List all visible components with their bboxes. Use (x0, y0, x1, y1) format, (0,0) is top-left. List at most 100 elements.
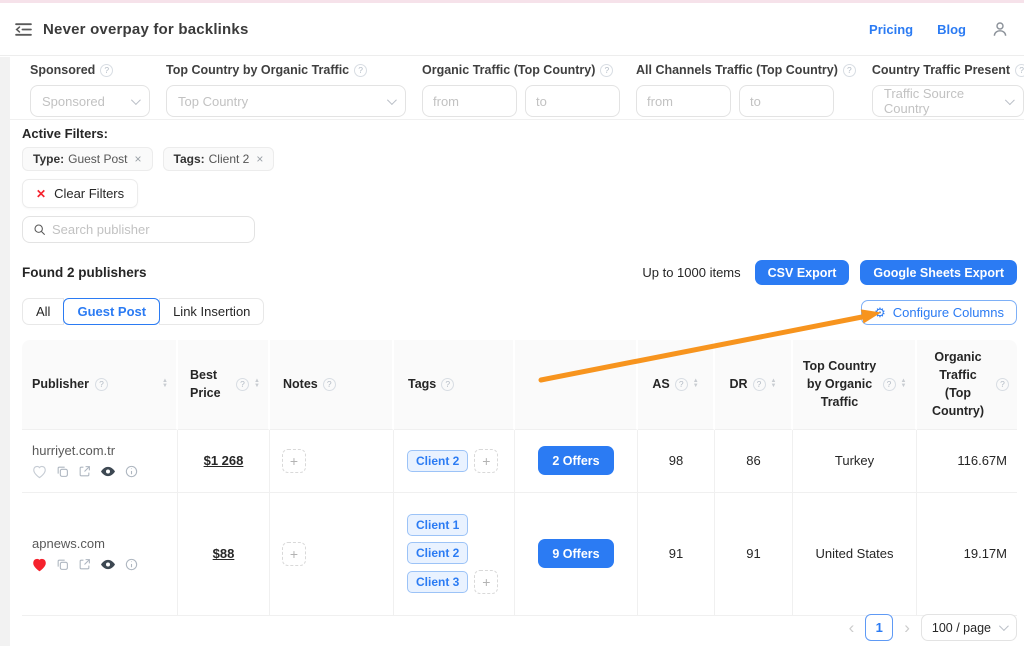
page-number[interactable]: 1 (865, 614, 893, 641)
info-icon[interactable] (125, 558, 138, 571)
sort-icon[interactable]: ▲▼ (771, 379, 777, 389)
sort-icon[interactable]: ▲▼ (254, 379, 260, 389)
prev-page-icon[interactable]: ‹ (849, 619, 855, 636)
all-channels-to-input[interactable] (739, 85, 834, 117)
sponsored-select[interactable]: Sponsored (30, 85, 150, 117)
best-price-cell: $1 268 (178, 430, 270, 493)
clear-filters-button[interactable]: ✕ Clear Filters (22, 179, 138, 208)
close-icon[interactable]: × (135, 152, 142, 166)
publishers-table: Publisher? ▲▼ Best Price ? ▲▼ Notes ? Ta… (22, 340, 1017, 616)
chevron-down-icon (387, 95, 397, 105)
info-icon[interactable] (125, 465, 138, 478)
price-link[interactable]: $88 (213, 546, 235, 561)
top-country-select[interactable]: Top Country (166, 85, 406, 117)
filter-chip-tags[interactable]: Tags:Client 2× (163, 147, 275, 171)
pagination: ‹ 1 › 100 / page (849, 614, 1017, 641)
all-channels-from-input[interactable] (636, 85, 731, 117)
gear-icon: ⚙ (874, 306, 886, 319)
column-header-as: AS ? ▲▼ (638, 340, 715, 430)
notes-cell: + (270, 430, 394, 493)
filter-label: Organic Traffic (Top Country) (422, 63, 595, 77)
help-icon[interactable]: ? (883, 378, 896, 391)
help-icon[interactable]: ? (354, 64, 367, 77)
tag-pill[interactable]: Client 3 (407, 571, 468, 593)
best-price-cell: $88 (178, 493, 270, 616)
organic-traffic-from-input[interactable] (422, 85, 517, 117)
organic-traffic-cell: 19.17M (917, 493, 1017, 616)
eye-icon[interactable] (100, 465, 116, 478)
help-icon[interactable]: ? (95, 378, 108, 391)
favorite-heart-icon[interactable] (32, 465, 47, 479)
tab-link-insertion[interactable]: Link Insertion (159, 298, 264, 325)
dr-cell: 86 (715, 430, 793, 493)
user-icon[interactable] (990, 19, 1010, 39)
google-sheets-export-button[interactable]: Google Sheets Export (860, 260, 1017, 285)
column-header-offers (515, 340, 638, 430)
external-link-icon[interactable] (78, 558, 91, 571)
add-tag-button[interactable]: + (474, 449, 498, 473)
help-icon[interactable]: ? (996, 378, 1009, 391)
configure-columns-button[interactable]: ⚙ Configure Columns (861, 300, 1017, 325)
external-link-icon[interactable] (78, 465, 91, 478)
add-note-button[interactable]: + (282, 449, 306, 473)
filter-all-channels-traffic: All Channels Traffic (Top Country)? (636, 63, 856, 117)
help-icon[interactable]: ? (1015, 64, 1024, 77)
help-icon[interactable]: ? (100, 64, 113, 77)
clear-x-icon: ✕ (36, 187, 46, 201)
tag-pill[interactable]: Client 1 (407, 514, 468, 536)
menu-fold-icon[interactable] (13, 19, 33, 39)
search-input[interactable] (52, 222, 244, 237)
results-count: Found 2 publishers (22, 265, 147, 280)
publisher-cell: apnews.com (22, 493, 178, 616)
column-header-top-country: Top Country by Organic Traffic ? ▲▼ (793, 340, 917, 430)
sort-icon[interactable]: ▲▼ (901, 379, 907, 389)
copy-icon[interactable] (56, 465, 69, 478)
publisher-actions (32, 465, 138, 479)
help-icon[interactable]: ? (236, 378, 249, 391)
divider (10, 119, 1024, 120)
favorite-heart-icon[interactable] (32, 558, 47, 572)
price-link[interactable]: $1 268 (204, 453, 244, 468)
nav-pricing-link[interactable]: Pricing (869, 22, 913, 37)
tag-pill[interactable]: Client 2 (407, 450, 468, 472)
export-actions: Up to 1000 items CSV Export Google Sheet… (642, 260, 1017, 285)
column-header-organic-traffic: Organic Traffic (Top Country) ? (917, 340, 1017, 430)
app-window: Never overpay for backlinks Pricing Blog… (0, 0, 1024, 646)
tag-pill[interactable]: Client 2 (407, 542, 468, 564)
add-tag-button[interactable]: + (474, 570, 498, 594)
close-icon[interactable]: × (256, 152, 263, 166)
sort-icon[interactable]: ▲▼ (693, 379, 699, 389)
help-icon[interactable]: ? (753, 378, 766, 391)
filter-chip-type[interactable]: Type:Guest Post× (22, 147, 153, 171)
page-size-select[interactable]: 100 / page (921, 614, 1017, 641)
help-icon[interactable]: ? (600, 64, 613, 77)
export-limit-note: Up to 1000 items (642, 265, 740, 280)
top-country-cell: United States (793, 493, 917, 616)
organic-traffic-to-input[interactable] (525, 85, 620, 117)
nav-blog-link[interactable]: Blog (937, 22, 966, 37)
active-filter-chips: Type:Guest Post× Tags:Client 2× (22, 147, 274, 171)
as-cell: 91 (638, 493, 715, 616)
filter-label: Sponsored (30, 63, 95, 77)
help-icon[interactable]: ? (323, 378, 336, 391)
csv-export-button[interactable]: CSV Export (755, 260, 850, 285)
search-icon (33, 223, 46, 236)
help-icon[interactable]: ? (441, 378, 454, 391)
copy-icon[interactable] (56, 558, 69, 571)
sort-icon[interactable]: ▲▼ (162, 379, 168, 389)
tab-guest-post[interactable]: Guest Post (63, 298, 160, 325)
next-page-icon[interactable]: › (904, 619, 910, 636)
top-country-cell: Turkey (793, 430, 917, 493)
help-icon[interactable]: ? (675, 378, 688, 391)
offers-button[interactable]: 2 Offers (538, 446, 613, 475)
tab-all[interactable]: All (22, 298, 64, 325)
offers-button[interactable]: 9 Offers (538, 539, 613, 568)
help-icon[interactable]: ? (843, 64, 856, 77)
eye-icon[interactable] (100, 558, 116, 571)
type-tabs: All Guest Post Link Insertion (22, 298, 264, 325)
column-header-best-price: Best Price ? ▲▼ (178, 340, 270, 430)
header-bar: Never overpay for backlinks Pricing Blog (0, 3, 1024, 56)
traffic-source-country-select[interactable]: Traffic Source Country (872, 85, 1024, 117)
add-note-button[interactable]: + (282, 542, 306, 566)
search-box (22, 216, 255, 243)
